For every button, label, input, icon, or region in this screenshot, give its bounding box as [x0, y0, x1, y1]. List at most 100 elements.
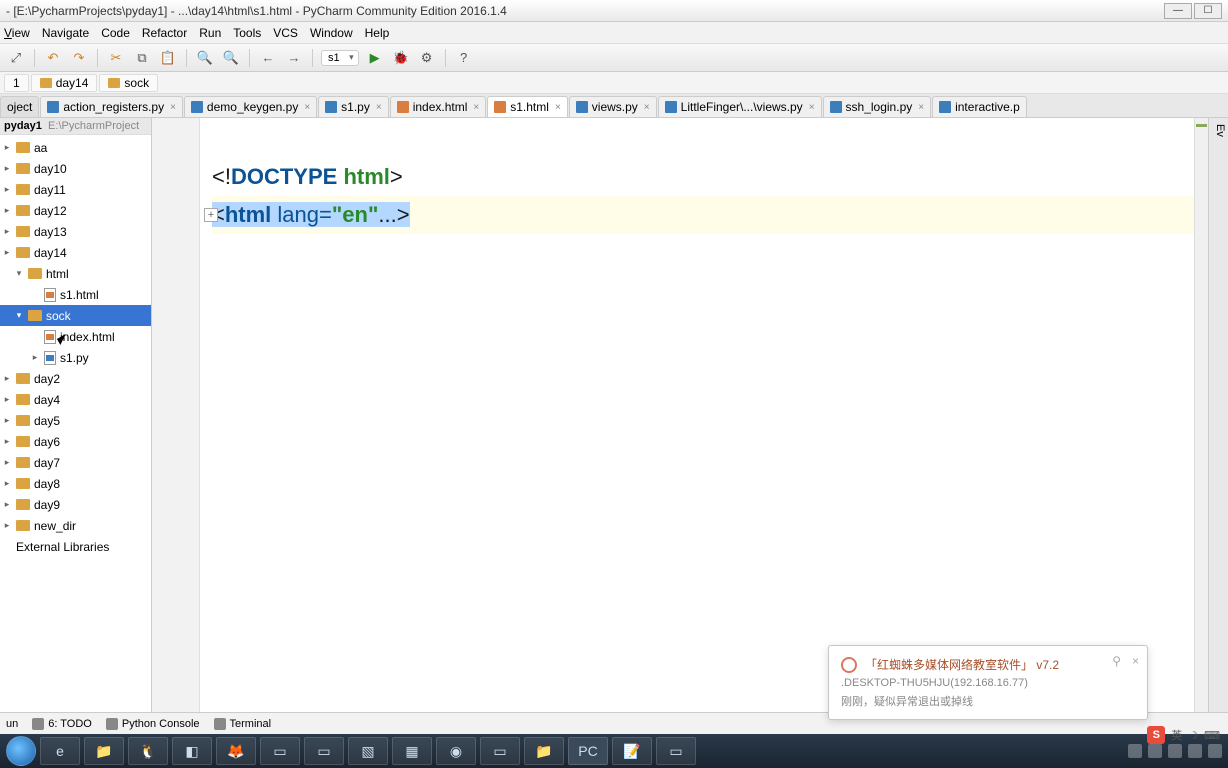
maximize-button[interactable]: ☐ [1194, 3, 1222, 19]
breadcrumb-item-day14[interactable]: day14 [31, 74, 98, 92]
code-editor[interactable]: <!DOCTYPE html> <html lang="en"...> + [152, 118, 1194, 712]
run-icon[interactable]: ▶ [365, 48, 385, 68]
tree-folder-day4[interactable]: ▸day4 [0, 389, 151, 410]
back-icon[interactable]: ← [258, 48, 278, 68]
close-icon[interactable]: × [809, 102, 815, 113]
close-icon[interactable]: × [304, 102, 310, 113]
tree-folder-html[interactable]: ▾html [0, 263, 151, 284]
redo-icon[interactable]: ↷ [69, 48, 89, 68]
status-run[interactable]: un [6, 718, 18, 730]
code-line-2[interactable]: <html lang="en"...> [212, 196, 1194, 234]
menu-window[interactable]: Window [310, 26, 353, 40]
taskbar-chrome-icon[interactable]: ◉ [436, 737, 476, 765]
tab-littlefinger-views[interactable]: LittleFinger\...\views.py× [658, 96, 822, 117]
tree-folder-day2[interactable]: ▸day2 [0, 368, 151, 389]
breadcrumb-item-1[interactable]: 1 [4, 74, 29, 92]
tree-file-s1-py[interactable]: ▸s1.py [0, 347, 151, 368]
tree-folder-day6[interactable]: ▸day6 [0, 431, 151, 452]
tab-s1-py[interactable]: s1.py× [318, 96, 389, 117]
tree-folder-day13[interactable]: ▸day13 [0, 221, 151, 242]
taskbar-calc-icon[interactable]: ▦ [392, 737, 432, 765]
close-icon[interactable]: × [473, 102, 479, 113]
menu-view[interactable]: View [4, 26, 30, 40]
find-icon[interactable]: 🔍 [195, 48, 215, 68]
tree-folder-day14[interactable]: ▸day14 [0, 242, 151, 263]
status-todo[interactable]: 6: TODO [32, 718, 92, 730]
tray-icon[interactable] [1168, 744, 1182, 758]
tray-volume-icon[interactable] [1188, 744, 1202, 758]
menu-tools[interactable]: Tools [233, 26, 261, 40]
tree-folder-sock[interactable]: ▾sock [0, 305, 151, 326]
menu-code[interactable]: Code [101, 26, 130, 40]
taskbar-window2-icon[interactable]: ▭ [304, 737, 344, 765]
tree-folder-day12[interactable]: ▸day12 [0, 200, 151, 221]
ime-lang[interactable]: 英 [1171, 727, 1182, 743]
tab-demo-keygen[interactable]: demo_keygen.py× [184, 96, 317, 117]
taskbar-explorer-icon[interactable]: 📁 [84, 737, 124, 765]
copy-icon[interactable]: ⧉ [132, 48, 152, 68]
breadcrumb-item-sock[interactable]: sock [99, 74, 158, 92]
tree-folder-day10[interactable]: ▸day10 [0, 158, 151, 179]
tree-file-s1-html[interactable]: s1.html [0, 284, 151, 305]
right-tool-tab[interactable]: Ev [1208, 118, 1228, 712]
tree-folder-day9[interactable]: ▸day9 [0, 494, 151, 515]
close-icon[interactable]: × [170, 102, 176, 113]
close-icon[interactable]: × [376, 102, 382, 113]
moon-icon[interactable]: ☽ [1188, 729, 1198, 742]
sogou-icon[interactable]: S [1147, 726, 1165, 744]
taskbar-doc-icon[interactable]: ▭ [656, 737, 696, 765]
tree-folder-day5[interactable]: ▸day5 [0, 410, 151, 431]
run-config-selector[interactable]: s1 [321, 50, 359, 66]
tree-folder-day11[interactable]: ▸day11 [0, 179, 151, 200]
tab-views-py[interactable]: views.py× [569, 96, 657, 117]
fold-button[interactable]: + [204, 208, 218, 222]
status-python-console[interactable]: Python Console [106, 718, 200, 730]
debug-icon[interactable]: 🐞 [391, 48, 411, 68]
tab-s1-html[interactable]: s1.html× [487, 96, 568, 117]
taskbar-monitor-icon[interactable]: ▭ [480, 737, 520, 765]
editor-marker-strip[interactable] [1194, 118, 1208, 712]
taskbar-qq-icon[interactable]: 🐧 [128, 737, 168, 765]
undo-icon[interactable]: ↶ [43, 48, 63, 68]
start-button[interactable] [6, 736, 36, 766]
tray-icon[interactable] [1128, 744, 1142, 758]
tree-file-index-html[interactable]: index.html [0, 326, 151, 347]
close-icon[interactable]: × [1132, 654, 1139, 668]
help-icon[interactable]: ? [454, 48, 474, 68]
tab-action-registers[interactable]: action_registers.py× [40, 96, 183, 117]
forward-icon[interactable]: → [284, 48, 304, 68]
tray-icon[interactable] [1148, 744, 1162, 758]
menu-vcs[interactable]: VCS [273, 26, 298, 40]
tree-folder-day7[interactable]: ▸day7 [0, 452, 151, 473]
tab-ssh-login[interactable]: ssh_login.py× [823, 96, 932, 117]
taskbar-app-icon[interactable]: ◧ [172, 737, 212, 765]
code-line-1[interactable]: <!DOCTYPE html> [212, 158, 1194, 196]
taskbar-firefox-icon[interactable]: 🦊 [216, 737, 256, 765]
status-terminal[interactable]: Terminal [214, 718, 272, 730]
tab-interactive[interactable]: interactive.p [932, 96, 1027, 117]
project-tree[interactable]: ▸aa ▸day10 ▸day11 ▸day12 ▸day13 ▸day14 ▾… [0, 135, 151, 712]
close-icon[interactable]: × [644, 102, 650, 113]
tree-folder-aa[interactable]: ▸aa [0, 137, 151, 158]
menu-run[interactable]: Run [199, 26, 221, 40]
taskbar-window-icon[interactable]: ▭ [260, 737, 300, 765]
tree-folder-new-dir[interactable]: ▸new_dir [0, 515, 151, 536]
cut-icon[interactable]: ✂ [106, 48, 126, 68]
tab-index-html[interactable]: index.html× [390, 96, 487, 117]
menu-refactor[interactable]: Refactor [142, 26, 187, 40]
stop-icon[interactable]: ⚙ [417, 48, 437, 68]
menu-help[interactable]: Help [365, 26, 390, 40]
replace-icon[interactable]: 🔍 [221, 48, 241, 68]
close-icon[interactable]: × [918, 102, 924, 113]
keyboard-icon[interactable]: ⌨ [1204, 729, 1220, 742]
taskbar-folder-icon[interactable]: 📁 [524, 737, 564, 765]
tree-external-libraries[interactable]: External Libraries [0, 536, 151, 557]
taskbar-note-icon[interactable]: 📝 [612, 737, 652, 765]
editor-content[interactable]: <!DOCTYPE html> <html lang="en"...> + [152, 118, 1194, 712]
taskbar-ie-icon[interactable]: e [40, 737, 80, 765]
taskbar-vm-icon[interactable]: ▧ [348, 737, 388, 765]
expand-icon[interactable]: ⤢ [6, 48, 26, 68]
tab-project-sidebar[interactable]: oject [0, 96, 39, 117]
tray-network-icon[interactable] [1208, 744, 1222, 758]
minimize-button[interactable]: — [1164, 3, 1192, 19]
